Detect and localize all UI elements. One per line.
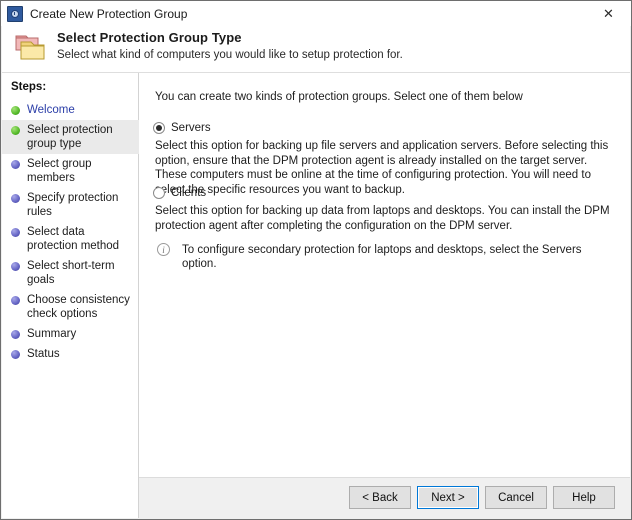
create-protection-group-dialog: Create New Protection Group ✕ Select Pro…: [0, 0, 632, 520]
step-bullet-icon: [11, 350, 20, 359]
sidebar-step-4[interactable]: Specify protection rules: [2, 188, 139, 222]
option-clients-label: Clients: [171, 186, 207, 199]
sidebar-step-5[interactable]: Select data protection method: [2, 222, 139, 256]
option-clients-head[interactable]: Clients: [153, 185, 618, 200]
step-bullet-icon: [11, 228, 20, 237]
close-icon[interactable]: ✕: [586, 1, 631, 26]
dpm-clock-icon: [7, 5, 23, 22]
button-row: < Back Next > Cancel Help: [349, 486, 615, 509]
sidebar-step-6[interactable]: Select short-term goals: [2, 256, 139, 290]
steps-label: Steps:: [11, 81, 47, 93]
step-label: Select protection group type: [27, 124, 113, 150]
intro-text: You can create two kinds of protection g…: [155, 91, 523, 103]
steps-list: Welcome Select protection group type Selec…: [2, 100, 139, 364]
sidebar-step-9[interactable]: Status: [2, 344, 139, 364]
page-title: Select Protection Group Type: [57, 30, 242, 45]
step-bullet-icon: [11, 194, 20, 203]
option-servers-head[interactable]: Servers: [153, 120, 618, 135]
main-content: You can create two kinds of protection g…: [139, 73, 630, 478]
step-bullet-icon: [11, 296, 20, 305]
step-label: Select data protection method: [27, 226, 120, 252]
window-title: Create New Protection Group: [30, 6, 188, 21]
steps-sidebar: Steps: Welcome Select protection group ty…: [2, 73, 139, 518]
dialog-header: Select Protection Group Type Select what…: [2, 26, 630, 73]
sidebar-step-1[interactable]: Welcome: [2, 100, 139, 120]
radio-servers[interactable]: [153, 121, 165, 134]
step-bullet-icon: [11, 262, 20, 271]
note-text: To configure secondary protection for la…: [182, 244, 582, 270]
radio-clients[interactable]: [153, 186, 165, 199]
info-icon: i: [157, 243, 170, 256]
step-label: Select group members: [27, 158, 92, 184]
step-label: Choose consistency check options: [27, 294, 130, 320]
step-label: Select short-term goals: [27, 260, 115, 286]
page-subtitle: Select what kind of computers you would …: [57, 49, 403, 61]
next-button[interactable]: Next >: [417, 486, 479, 509]
secondary-protection-note: i To configure secondary protection for …: [157, 243, 618, 271]
cancel-button[interactable]: Cancel: [485, 486, 547, 509]
step-bullet-icon: [11, 126, 20, 135]
step-label: Welcome: [27, 104, 75, 116]
step-label: Status: [27, 348, 60, 360]
option-clients[interactable]: Clients Select this option for backing u…: [153, 185, 618, 271]
folder-icon: [13, 32, 51, 65]
back-button[interactable]: < Back: [349, 486, 411, 509]
sidebar-step-2[interactable]: Select protection group type: [2, 120, 139, 154]
title-bar: Create New Protection Group ✕: [1, 1, 631, 26]
sidebar-step-3[interactable]: Select group members: [2, 154, 139, 188]
option-servers-label: Servers: [171, 121, 211, 134]
step-bullet-icon: [11, 106, 20, 115]
option-clients-description: Select this option for backing up data f…: [155, 205, 610, 232]
step-label: Summary: [27, 328, 77, 340]
step-bullet-icon: [11, 160, 20, 169]
step-bullet-icon: [11, 330, 20, 339]
dialog-footer: < Back Next > Cancel Help: [139, 477, 630, 518]
sidebar-step-8[interactable]: Summary: [2, 324, 139, 344]
help-button[interactable]: Help: [553, 486, 615, 509]
sidebar-step-7[interactable]: Choose consistency check options: [2, 290, 139, 324]
step-label: Specify protection rules: [27, 192, 119, 218]
